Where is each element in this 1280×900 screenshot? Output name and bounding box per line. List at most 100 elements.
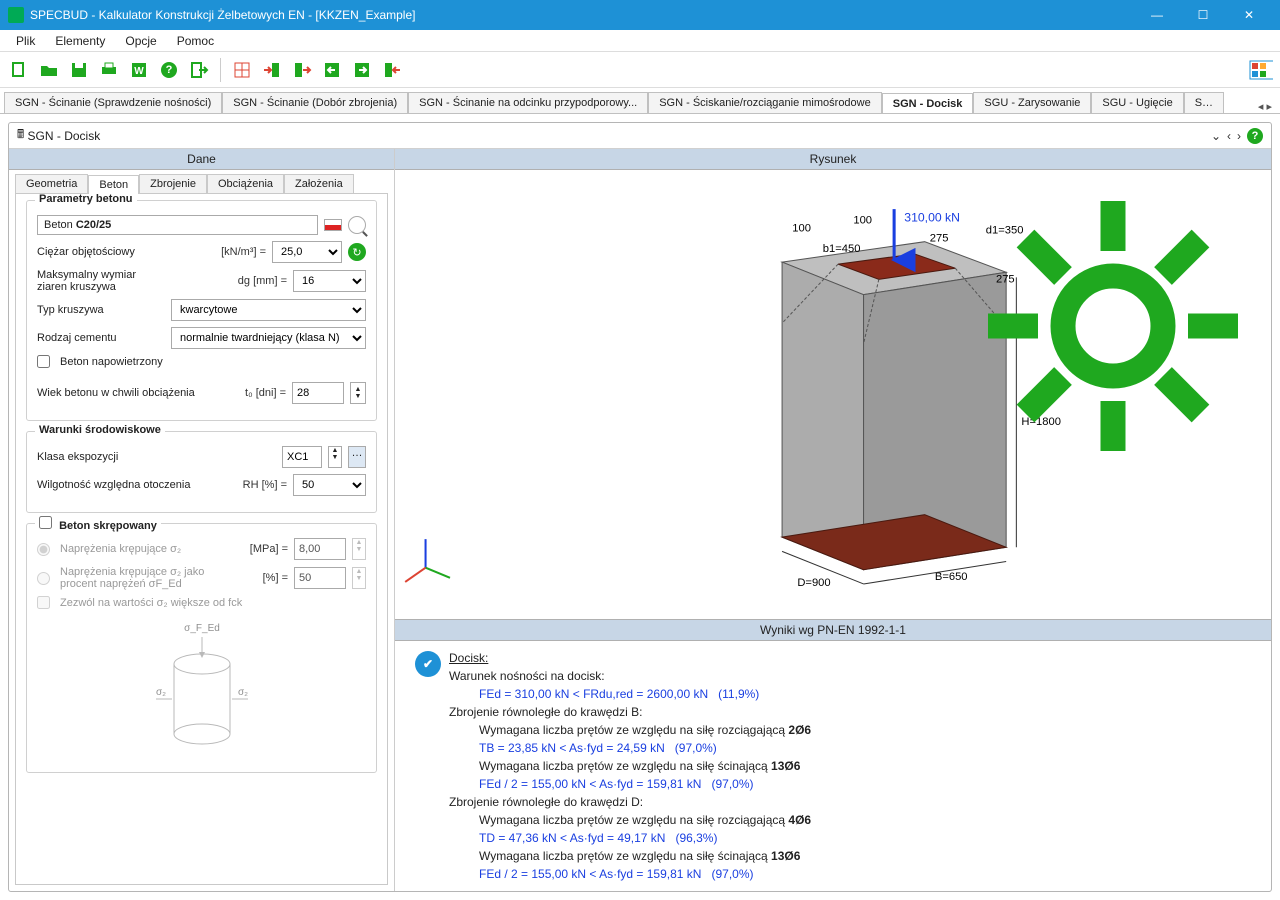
open-icon[interactable]: [36, 57, 62, 83]
zezwol-checkbox: [37, 596, 50, 609]
panel-prev-icon[interactable]: ‹: [1227, 129, 1231, 143]
panel-help-icon[interactable]: ?: [1247, 128, 1263, 144]
toolbar: W ?: [0, 52, 1280, 88]
logo-icon[interactable]: [1248, 57, 1274, 83]
klasa-input[interactable]: [282, 446, 322, 468]
svg-text:σ_F_Ed: σ_F_Ed: [184, 623, 220, 634]
menu-plik[interactable]: Plik: [6, 32, 45, 50]
panel-dropdown-icon[interactable]: ⌄: [1211, 129, 1221, 143]
rodzaj-label: Rodzaj cementu: [37, 332, 165, 344]
right-header: Rysunek: [395, 149, 1271, 170]
help-icon[interactable]: ?: [156, 57, 182, 83]
swap-left-icon[interactable]: [319, 57, 345, 83]
ciezar-select[interactable]: 25,0: [272, 241, 342, 263]
doc-tab-6[interactable]: SGU - Ugięcie: [1091, 92, 1183, 113]
svg-text:σ₂: σ₂: [156, 687, 166, 698]
doc-tab-5[interactable]: SGU - Zarysowanie: [973, 92, 1091, 113]
klasa-label: Klasa ekspozycji: [37, 451, 276, 463]
svg-text:275: 275: [930, 233, 949, 245]
new-icon[interactable]: [6, 57, 32, 83]
menu-opcje[interactable]: Opcje: [115, 32, 166, 50]
window-title: SPECBUD - Kalkulator Konstrukcji Żelbeto…: [30, 8, 1134, 22]
menubar: Plik Elementy Opcje Pomoc: [0, 30, 1280, 52]
panel-icon: 🖩: [17, 125, 24, 146]
napow-label: Beton napowietrzony: [60, 356, 366, 368]
skrepowany-checkbox[interactable]: [39, 516, 52, 529]
dg-select[interactable]: 16: [293, 270, 366, 292]
import-icon[interactable]: [259, 57, 285, 83]
left-header: Dane: [9, 149, 394, 170]
dg-label: Maksymalny wymiarziaren kruszywa: [37, 269, 223, 293]
wiek-label: Wiek betonu w chwili obciążenia: [37, 387, 222, 399]
sigma2-label-1: Naprężenia krępujące σ₂: [60, 543, 224, 555]
maximize-button[interactable]: ☐: [1180, 0, 1226, 30]
ciezar-label: Ciężar objętościowy: [37, 246, 202, 258]
app-icon: [8, 7, 24, 23]
beton-field[interactable]: Beton C20/25: [37, 215, 318, 235]
svg-text:310,00 kN: 310,00 kN: [904, 210, 960, 224]
group-parametry-title: Parametry betonu: [35, 193, 137, 205]
doc-tab-4[interactable]: SGN - Docisk: [882, 93, 974, 114]
svg-text:100: 100: [792, 223, 811, 235]
doc-tab-7[interactable]: S…: [1184, 92, 1224, 113]
gear-icon[interactable]: [963, 176, 1263, 479]
word-icon[interactable]: W: [126, 57, 152, 83]
sigma2-input-2: [294, 567, 346, 589]
group-parametry: Parametry betonu Beton C20/25 Ciężar obj…: [26, 200, 377, 421]
doc-tab-0[interactable]: SGN - Ścinanie (Sprawdzenie nośności): [4, 92, 222, 113]
menu-pomoc[interactable]: Pomoc: [167, 32, 224, 50]
rodzaj-select[interactable]: normalnie twardniejący (klasa N): [171, 327, 366, 349]
print-icon[interactable]: [96, 57, 122, 83]
svg-text:B=650: B=650: [935, 571, 968, 583]
panel-title: SGN - Docisk: [28, 129, 101, 143]
menu-elementy[interactable]: Elementy: [45, 32, 115, 50]
svg-text:100: 100: [853, 214, 872, 226]
rh-label: Wilgotność względna otoczenia: [37, 479, 223, 491]
doc-tab-2[interactable]: SGN - Ścinanie na odcinku przypodporowy.…: [408, 92, 648, 113]
sigma2-radio-2: [37, 572, 50, 585]
refresh-icon[interactable]: ↻: [348, 243, 366, 261]
sigma2-label-2: Naprężenia krępujące σ₂ jako procent nap…: [60, 566, 224, 590]
svg-text:W: W: [134, 66, 144, 77]
tab-nav[interactable]: ◂ ▸: [1254, 100, 1276, 113]
grid-icon[interactable]: [229, 57, 255, 83]
spinner-disabled-icon: ▲▼: [352, 538, 366, 560]
group-skrepowany: Beton skrępowany Naprężenia krępujące σ₂…: [26, 523, 377, 773]
rh-select[interactable]: 50: [293, 474, 366, 496]
doc-tab-3[interactable]: SGN - Ściskanie/rozciąganie mimośrodowe: [648, 92, 882, 113]
svg-text:b1=450: b1=450: [823, 243, 861, 255]
subtab-obciazenia[interactable]: Obciążenia: [207, 174, 284, 193]
close-button[interactable]: ✕: [1226, 0, 1272, 30]
sigma2-input-1: [294, 538, 346, 560]
typ-select[interactable]: kwarcytowe: [171, 299, 366, 321]
sigma2-radio-1: [37, 543, 50, 556]
spinner-disabled-icon-2: ▲▼: [352, 567, 366, 589]
exit-icon[interactable]: [186, 57, 212, 83]
panel-next-icon[interactable]: ›: [1237, 129, 1241, 143]
napow-checkbox[interactable]: [37, 355, 50, 368]
group-warunki-title: Warunki środowiskowe: [35, 424, 165, 436]
minimize-button[interactable]: —: [1134, 0, 1180, 30]
subtab-geometria[interactable]: Geometria: [15, 174, 88, 193]
doc-tab-1[interactable]: SGN - Ścinanie (Dobór zbrojenia): [222, 92, 408, 113]
subtab-beton[interactable]: Beton: [88, 175, 139, 194]
save-icon[interactable]: [66, 57, 92, 83]
check-ok-icon: ✔: [415, 651, 441, 677]
flag-icon[interactable]: [324, 219, 342, 231]
swap-right-icon[interactable]: [349, 57, 375, 83]
klasa-more-icon[interactable]: …: [348, 446, 366, 468]
out-icon[interactable]: [379, 57, 405, 83]
main-panel: 🖩 SGN - Docisk ⌄ ‹ › ? Dane Geometria Be…: [8, 122, 1272, 892]
klasa-spinner-icon[interactable]: ▲▼: [328, 446, 342, 468]
export-icon[interactable]: [289, 57, 315, 83]
lookup-icon[interactable]: [348, 216, 366, 234]
svg-text:σ₂: σ₂: [238, 687, 248, 698]
wiek-input[interactable]: [292, 382, 344, 404]
drawing-canvas: 310,00 kN 100 100 b1=450 275 d1=350 275 …: [395, 170, 1271, 619]
typ-label: Typ kruszywa: [37, 304, 165, 316]
group-warunki: Warunki środowiskowe Klasa ekspozycji ▲▼…: [26, 431, 377, 513]
subtab-zbrojenie[interactable]: Zbrojenie: [139, 174, 207, 193]
spinner-icon[interactable]: ▲▼: [350, 382, 366, 404]
subtab-zalozenia[interactable]: Założenia: [284, 174, 354, 193]
svg-text:D=900: D=900: [797, 577, 830, 589]
